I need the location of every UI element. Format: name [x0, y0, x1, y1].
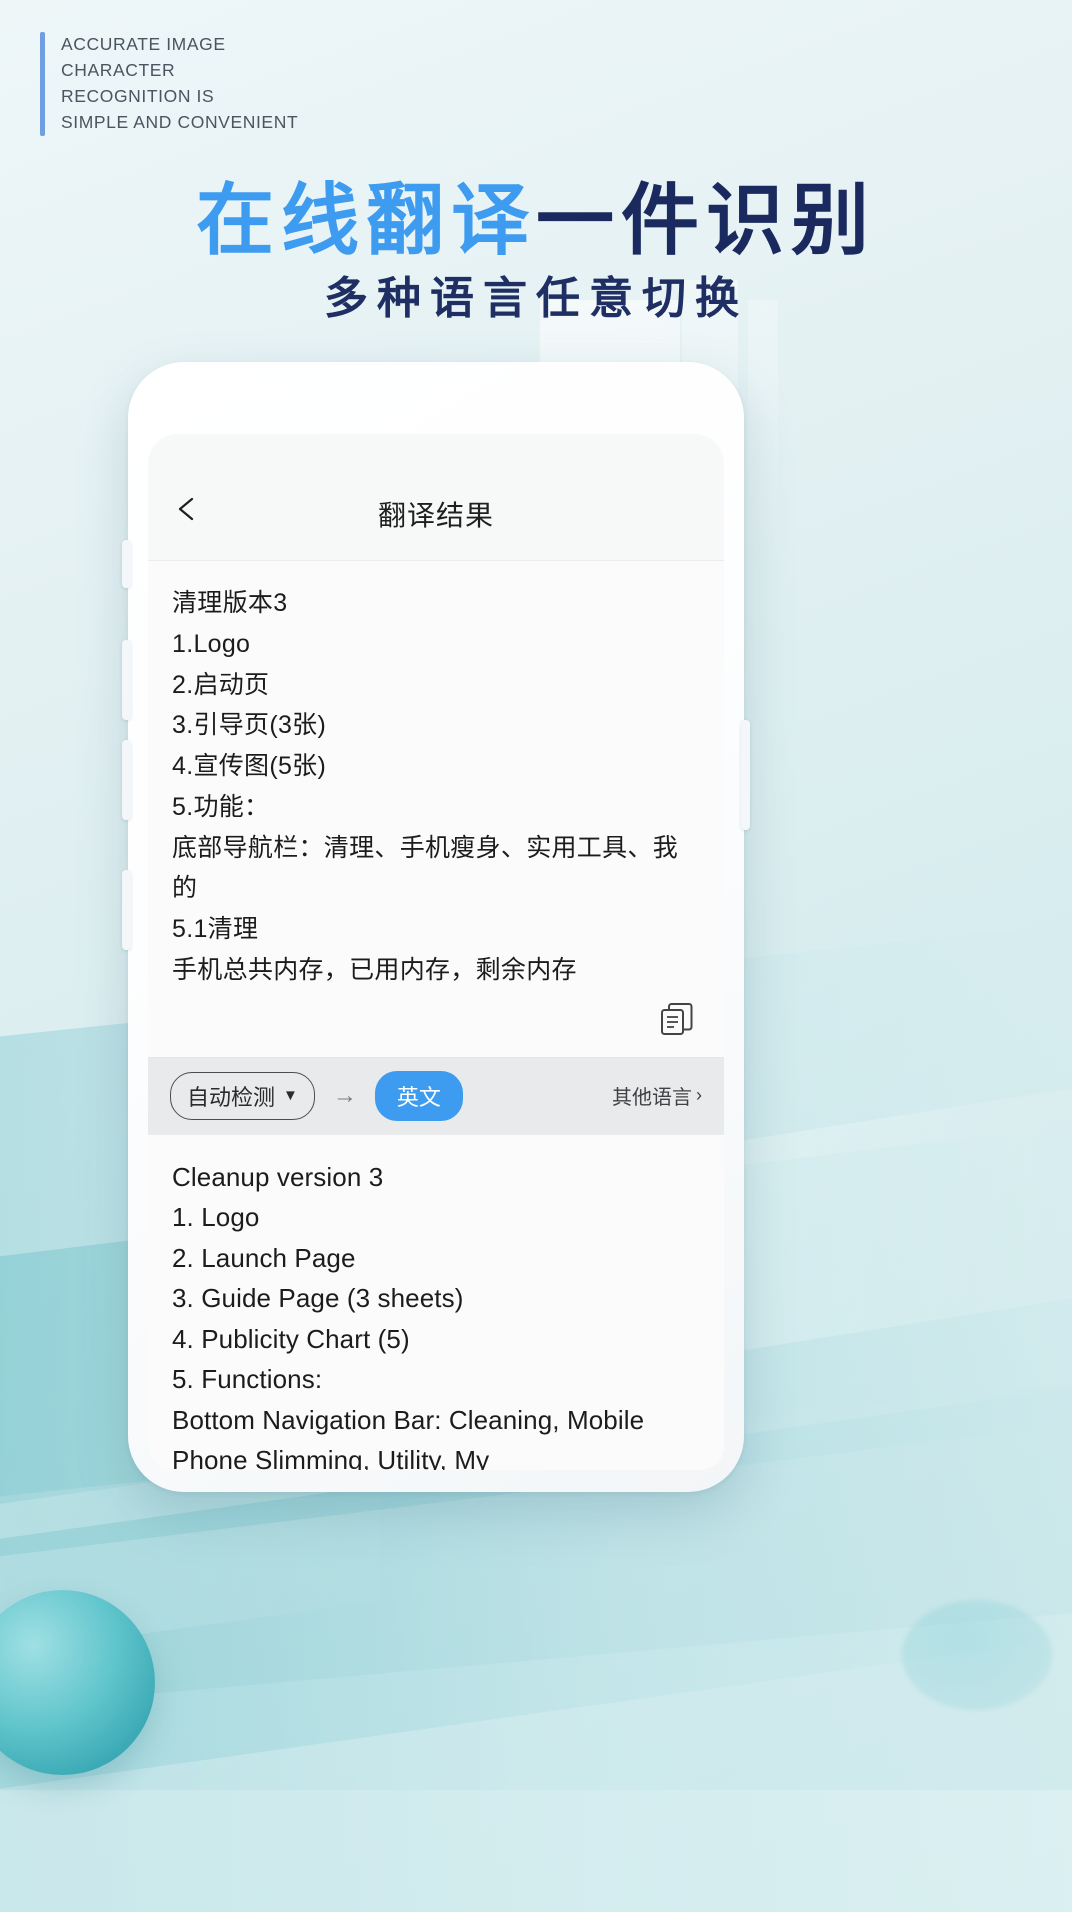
eyebrow-block: ACCURATE IMAGE CHARACTER RECOGNITION IS …: [40, 32, 298, 136]
translation-line: 5. Functions:: [172, 1364, 323, 1395]
eyebrow-line: CHARACTER: [61, 59, 176, 80]
other-languages-label: 其他语言: [612, 1087, 692, 1109]
phone-screen: 翻译结果 清理版本3 1.Logo 2.启动页 3.引导页(3张) 4.宣传图(…: [148, 434, 724, 1470]
page-title-text: 翻译结果: [377, 500, 494, 531]
phone-volume-up-button: [122, 640, 131, 720]
translation-result-panel[interactable]: Cleanup version 3 1. Logo 2. Launch Page…: [148, 1133, 724, 1470]
eyebrow-line: SIMPLE AND CONVENIENT: [61, 111, 299, 132]
source-line: 2.启动页: [172, 670, 270, 699]
source-line: 5.功能：: [172, 792, 270, 821]
language-selector-bar: 自动检测 ▼ → 英文 其他语言 ›: [148, 1057, 724, 1134]
bg-band: [0, 1790, 1072, 1912]
eyebrow-text: ACCURATE IMAGE CHARACTER RECOGNITION IS …: [61, 32, 298, 136]
source-line: 4.宣传图(5张): [172, 752, 327, 780]
translation-line: 2. Launch Page: [172, 1242, 356, 1273]
translation-line: Bottom Navigation Bar: Cleaning, Mobile …: [172, 1404, 645, 1470]
source-line: 底部导航栏：清理、手机瘦身、实用工具、我的: [172, 833, 679, 903]
translation-line: 1. Logo: [172, 1202, 260, 1233]
copy-icon[interactable]: [658, 1001, 696, 1039]
other-languages-link[interactable]: 其他语言 ›: [612, 1081, 702, 1110]
source-line: 3.引导页(3张): [172, 711, 327, 740]
chevron-down-icon: ▼: [283, 1087, 298, 1104]
page-title: 在线翻译一件识别: [0, 158, 1072, 270]
promo-poster: ACCURATE IMAGE CHARACTER RECOGNITION IS …: [0, 0, 1072, 1912]
source-line: 清理版本3: [172, 589, 288, 617]
source-language-label: 自动检测: [187, 1084, 276, 1110]
source-actions: [172, 991, 700, 1043]
decorative-sphere: [0, 1590, 155, 1775]
chevron-right-icon: ›: [696, 1085, 702, 1105]
chevron-left-icon[interactable]: [174, 496, 200, 522]
eyebrow-line: RECOGNITION IS: [61, 85, 215, 106]
source-line: 5.1清理: [172, 915, 259, 943]
eyebrow-line: ACCURATE IMAGE: [61, 34, 226, 54]
phone-volume-down-button: [122, 740, 131, 820]
page-subtitle: 多种语言任意切换: [324, 274, 748, 323]
translation-line: 3. Guide Page (3 sheets): [172, 1283, 464, 1314]
bg-vertical-panel: [748, 300, 778, 560]
bg-band: [0, 1613, 1072, 1912]
source-line: 手机总共内存，已用内存，剩余内存: [172, 955, 577, 984]
headline-blue: 在线翻译: [195, 176, 536, 264]
phone-side-button: [122, 870, 131, 950]
headline-navy: 一件识别: [536, 176, 877, 264]
source-line: 1.Logo: [172, 629, 251, 658]
translation-line: Cleanup version 3: [172, 1161, 384, 1192]
app-titlebar: 翻译结果: [148, 434, 724, 560]
phone-side-button: [122, 540, 131, 588]
arrow-right-icon: →: [332, 1081, 357, 1109]
source-text-panel[interactable]: 清理版本3 1.Logo 2.启动页 3.引导页(3张) 4.宣传图(5张) 5…: [148, 560, 724, 1058]
decorative-sphere-small: [902, 1600, 1052, 1710]
phone-power-button: [741, 720, 750, 830]
eyebrow-accent-bar: [40, 32, 45, 136]
translation-line: 4. Publicity Chart (5): [172, 1323, 410, 1354]
target-language-select[interactable]: 英文: [374, 1070, 463, 1121]
source-language-select[interactable]: 自动检测 ▼: [170, 1071, 315, 1120]
